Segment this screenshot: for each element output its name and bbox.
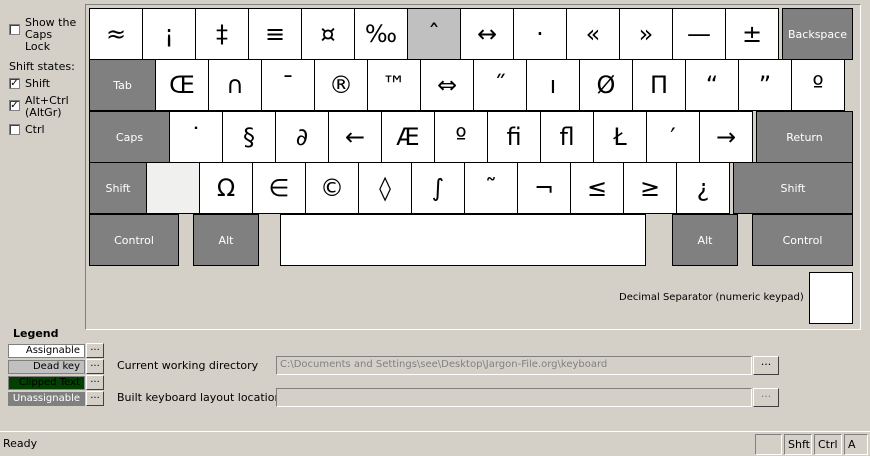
key-row2-0[interactable]: Œ bbox=[155, 59, 209, 111]
legend-color-button-3[interactable]: ... bbox=[86, 391, 104, 406]
key-row3-7[interactable]: ﬂ bbox=[540, 111, 594, 163]
status-ctrl-pane: Ctrl bbox=[814, 434, 842, 455]
key-row1-5[interactable]: ‰ bbox=[354, 8, 408, 60]
ctrl-checkbox[interactable] bbox=[9, 124, 20, 135]
show-caps-lock-label: Show the Caps Lock bbox=[25, 16, 77, 53]
key-row1-7[interactable]: ↔ bbox=[460, 8, 514, 60]
key-row2-9[interactable]: Π bbox=[632, 59, 686, 111]
built-location-browse-button[interactable]: ... bbox=[753, 388, 779, 407]
backspace-key[interactable]: Backspace bbox=[782, 8, 853, 60]
key-row4-8[interactable]: ≤ bbox=[570, 162, 624, 214]
key-row3-6[interactable]: ﬁ bbox=[487, 111, 541, 163]
key-row3-1[interactable]: § bbox=[222, 111, 276, 163]
key-row1-8[interactable]: · bbox=[513, 8, 567, 60]
key-row4-3[interactable]: © bbox=[305, 162, 359, 214]
status-alt-pane: A bbox=[844, 434, 868, 455]
key-row4-7[interactable]: ¬ bbox=[517, 162, 571, 214]
key-row2-8[interactable]: Ø bbox=[579, 59, 633, 111]
key-row3-2[interactable]: ∂ bbox=[275, 111, 329, 163]
alt-left-key[interactable]: Alt bbox=[193, 214, 259, 266]
key-row2-4[interactable]: ™ bbox=[367, 59, 421, 111]
shift-states-label: Shift states: bbox=[9, 60, 75, 73]
legend-title: Legend bbox=[13, 327, 59, 340]
decimal-separator-key[interactable] bbox=[809, 272, 853, 324]
show-caps-lock-checkbox[interactable] bbox=[9, 24, 20, 35]
space-key[interactable] bbox=[280, 214, 646, 266]
key-row4-1[interactable]: Ω bbox=[199, 162, 253, 214]
key-row3-4[interactable]: Æ bbox=[381, 111, 435, 163]
key-row3-10[interactable]: → bbox=[699, 111, 753, 163]
key-row4-4[interactable]: ◊ bbox=[358, 162, 412, 214]
key-row4-6[interactable]: ˜ bbox=[464, 162, 518, 214]
altgr-checkbox-label: Alt+Ctrl (AltGr) bbox=[25, 94, 69, 119]
legend-item-1: Dead key bbox=[8, 360, 85, 374]
alt-right-key[interactable]: Alt bbox=[672, 214, 738, 266]
key-row4-10[interactable]: ¿ bbox=[676, 162, 730, 214]
legend-color-button-0[interactable]: ... bbox=[86, 343, 104, 358]
ctrl-checkbox-label: Ctrl bbox=[25, 123, 45, 136]
return-key[interactable]: Return bbox=[756, 111, 853, 163]
key-row3-0[interactable]: ˙ bbox=[169, 111, 223, 163]
key-row1-0[interactable]: ≈ bbox=[89, 8, 143, 60]
key-row2-6[interactable]: ˝ bbox=[473, 59, 527, 111]
key-row1-10[interactable]: » bbox=[619, 8, 673, 60]
key-row2-7[interactable]: ı bbox=[526, 59, 580, 111]
key-row4-0[interactable] bbox=[146, 162, 200, 214]
key-row2-12[interactable]: º bbox=[791, 59, 845, 111]
key-row2-1[interactable]: ∩ bbox=[208, 59, 262, 111]
control-right-key[interactable]: Control bbox=[752, 214, 853, 266]
key-row2-2[interactable]: ¯ bbox=[261, 59, 315, 111]
key-row1-6[interactable]: ˆ bbox=[407, 8, 461, 60]
legend-item-2: Clipped Text bbox=[8, 376, 85, 390]
key-row1-9[interactable]: « bbox=[566, 8, 620, 60]
cwd-field[interactable]: C:\Documents and Settings\see\Desktop\Ja… bbox=[276, 356, 752, 375]
key-row1-3[interactable]: ≡ bbox=[248, 8, 302, 60]
legend-item-3: Unassignable bbox=[8, 392, 85, 406]
legend-color-button-2[interactable]: ... bbox=[86, 375, 104, 390]
key-row2-10[interactable]: “ bbox=[685, 59, 739, 111]
built-location-field[interactable] bbox=[276, 388, 752, 407]
altgr-checkbox[interactable]: ✓ bbox=[9, 100, 20, 111]
cwd-label: Current working directory bbox=[117, 359, 259, 372]
status-bar: Ready Shft Ctrl A bbox=[0, 431, 870, 456]
key-row4-9[interactable]: ≥ bbox=[623, 162, 677, 214]
decimal-separator-label: Decimal Separator (numeric keypad) bbox=[619, 292, 804, 303]
shift-right-key[interactable]: Shift bbox=[733, 162, 853, 214]
key-row2-3[interactable]: ® bbox=[314, 59, 368, 111]
key-row4-5[interactable]: ∫ bbox=[411, 162, 465, 214]
tab-key[interactable]: Tab bbox=[89, 59, 156, 111]
legend-color-button-1[interactable]: ... bbox=[86, 359, 104, 374]
status-shift-pane: Shft bbox=[784, 434, 812, 455]
key-row3-3[interactable]: ← bbox=[328, 111, 382, 163]
shift-left-key[interactable]: Shift bbox=[89, 162, 147, 214]
status-text: Ready bbox=[3, 437, 38, 450]
key-row1-1[interactable]: ¡ bbox=[142, 8, 196, 60]
control-left-key[interactable]: Control bbox=[89, 214, 179, 266]
key-row2-11[interactable]: ” bbox=[738, 59, 792, 111]
key-row2-5[interactable]: ⇔ bbox=[420, 59, 474, 111]
key-row1-11[interactable]: — bbox=[672, 8, 726, 60]
key-row1-2[interactable]: ‡ bbox=[195, 8, 249, 60]
shift-checkbox[interactable]: ✓ bbox=[9, 78, 20, 89]
status-blank-pane bbox=[755, 434, 782, 455]
caps-key[interactable]: Caps bbox=[89, 111, 170, 163]
cwd-browse-button[interactable]: ... bbox=[753, 356, 779, 375]
key-row1-4[interactable]: ¤ bbox=[301, 8, 355, 60]
key-row4-2[interactable]: ∈ bbox=[252, 162, 306, 214]
key-row3-5[interactable]: º bbox=[434, 111, 488, 163]
shift-checkbox-label: Shift bbox=[25, 77, 51, 90]
legend-item-0: Assignable bbox=[8, 344, 85, 358]
key-row3-8[interactable]: Ł bbox=[593, 111, 647, 163]
key-row3-9[interactable]: ′ bbox=[646, 111, 700, 163]
built-location-label: Built keyboard layout location bbox=[117, 391, 282, 404]
key-row1-12[interactable]: ± bbox=[725, 8, 779, 60]
